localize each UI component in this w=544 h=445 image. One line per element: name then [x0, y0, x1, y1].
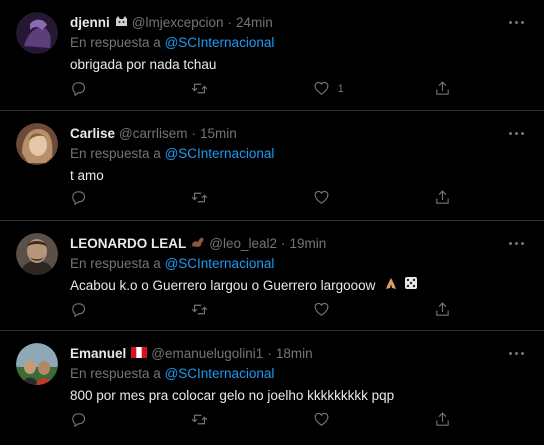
cat-emoji	[115, 15, 128, 30]
retweet-icon	[192, 414, 208, 425]
heart-icon	[314, 81, 329, 95]
retweet-button[interactable]	[191, 80, 271, 97]
reply-prefix: En respuesta a	[70, 146, 161, 161]
user-handle[interactable]: @lmjexcepcion	[132, 15, 224, 30]
reply-prefix: En respuesta a	[70, 35, 161, 50]
timestamp[interactable]: 24min	[236, 15, 273, 30]
like-button[interactable]	[313, 411, 393, 428]
user-handle[interactable]: @leo_leal2	[209, 236, 277, 251]
reply-button[interactable]	[70, 411, 150, 428]
heart-icon	[314, 190, 329, 204]
share-button[interactable]	[434, 189, 454, 206]
tweet-text: 800 por mes pra colocar gelo no joelho k…	[70, 388, 395, 403]
avatar[interactable]	[16, 343, 58, 385]
share-button[interactable]	[434, 411, 454, 428]
tweet-text: obrigada por nada tchau	[70, 57, 217, 72]
folded-hands-emoji	[384, 276, 398, 296]
like-button[interactable]: 1	[313, 80, 393, 97]
timestamp[interactable]: 18min	[276, 346, 313, 361]
mention-link[interactable]: @SCInternacional	[165, 35, 275, 50]
tweet-text: t amo	[70, 168, 104, 183]
tweet-reply[interactable]: Emanuel @emanuelugolini1 · 18min En resp…	[0, 331, 544, 445]
share-icon	[436, 302, 449, 316]
heart-icon	[314, 412, 329, 426]
like-button[interactable]	[313, 189, 393, 206]
tweet-text-row: Acabou k.o o Guerrero largou o Guerrero …	[70, 276, 528, 296]
tweet-header: Carlise @carrlisem · 15min	[70, 123, 528, 143]
display-name[interactable]: Emanuel	[70, 346, 126, 361]
tweet-header: LEONARDO LEAL @leo_leal2 · 19min	[70, 233, 528, 253]
mention-link[interactable]: @SCInternacional	[165, 146, 275, 161]
more-options-icon[interactable]	[506, 235, 526, 251]
retweet-icon	[192, 192, 208, 203]
separator-dot: ·	[191, 125, 197, 141]
more-options-icon[interactable]	[506, 125, 526, 141]
tweet-actions	[70, 411, 454, 428]
avatar[interactable]	[16, 123, 58, 165]
avatar[interactable]	[16, 12, 58, 54]
user-handle[interactable]: @emanuelugolini1	[151, 346, 263, 361]
heart-icon	[314, 302, 329, 316]
share-icon	[436, 190, 449, 204]
reply-context: En respuesta a @SCInternacional	[70, 364, 528, 384]
avatar[interactable]	[16, 233, 58, 275]
reply-prefix: En respuesta a	[70, 366, 161, 381]
retweet-icon	[192, 83, 208, 94]
tweet-header: djenni @lmjexcepcion · 24min	[70, 12, 528, 32]
like-count: 1	[337, 82, 344, 95]
flexed-arm-emoji	[191, 236, 205, 251]
reply-context: En respuesta a @SCInternacional	[70, 144, 528, 164]
reply-feed: djenni @lmjexcepcion · 24min En respuest…	[0, 0, 544, 445]
tweet-reply[interactable]: djenni @lmjexcepcion · 24min En respuest…	[0, 0, 544, 111]
peru-flag-emoji	[131, 346, 148, 361]
mention-link[interactable]: @SCInternacional	[165, 366, 275, 381]
display-name[interactable]: djenni	[70, 15, 110, 30]
display-name[interactable]: Carlise	[70, 126, 115, 141]
display-name[interactable]: LEONARDO LEAL	[70, 236, 186, 251]
timestamp[interactable]: 15min	[200, 126, 237, 141]
reply-icon	[72, 191, 86, 205]
tweet-reply[interactable]: LEONARDO LEAL @leo_leal2 · 19min En resp…	[0, 221, 544, 331]
like-button[interactable]	[313, 301, 393, 318]
reply-icon	[72, 303, 86, 317]
mention-link[interactable]: @SCInternacional	[165, 256, 275, 271]
share-button[interactable]	[434, 301, 454, 318]
reply-context: En respuesta a @SCInternacional	[70, 33, 528, 53]
tweet-actions: 1	[70, 80, 454, 97]
tweet-reply[interactable]: Carlise @carrlisem · 15min En respuesta …	[0, 111, 544, 221]
more-options-icon[interactable]	[506, 345, 526, 361]
user-handle[interactable]: @carrlisem	[119, 126, 187, 141]
reply-context: En respuesta a @SCInternacional	[70, 254, 528, 274]
tweet-header: Emanuel @emanuelugolini1 · 18min	[70, 343, 528, 363]
separator-dot: ·	[227, 14, 233, 30]
reply-button[interactable]	[70, 80, 150, 97]
reply-icon	[72, 82, 86, 96]
reply-prefix: En respuesta a	[70, 256, 161, 271]
retweet-button[interactable]	[191, 411, 271, 428]
tweet-actions	[70, 301, 454, 318]
share-button[interactable]	[434, 80, 454, 97]
retweet-button[interactable]	[191, 301, 271, 318]
timestamp[interactable]: 19min	[290, 236, 327, 251]
share-icon	[436, 412, 449, 426]
separator-dot: ·	[281, 235, 286, 251]
reply-button[interactable]	[70, 189, 150, 206]
tweet-actions	[70, 189, 454, 206]
reply-button[interactable]	[70, 301, 150, 318]
reply-icon	[72, 413, 86, 427]
retweet-button[interactable]	[191, 189, 271, 206]
share-icon	[436, 81, 449, 95]
more-options-icon[interactable]	[506, 14, 526, 30]
tweet-text: Acabou k.o o Guerrero largou o Guerrero …	[70, 278, 376, 293]
dice-emoji	[404, 276, 418, 296]
retweet-icon	[192, 304, 208, 315]
separator-dot: ·	[267, 345, 272, 361]
